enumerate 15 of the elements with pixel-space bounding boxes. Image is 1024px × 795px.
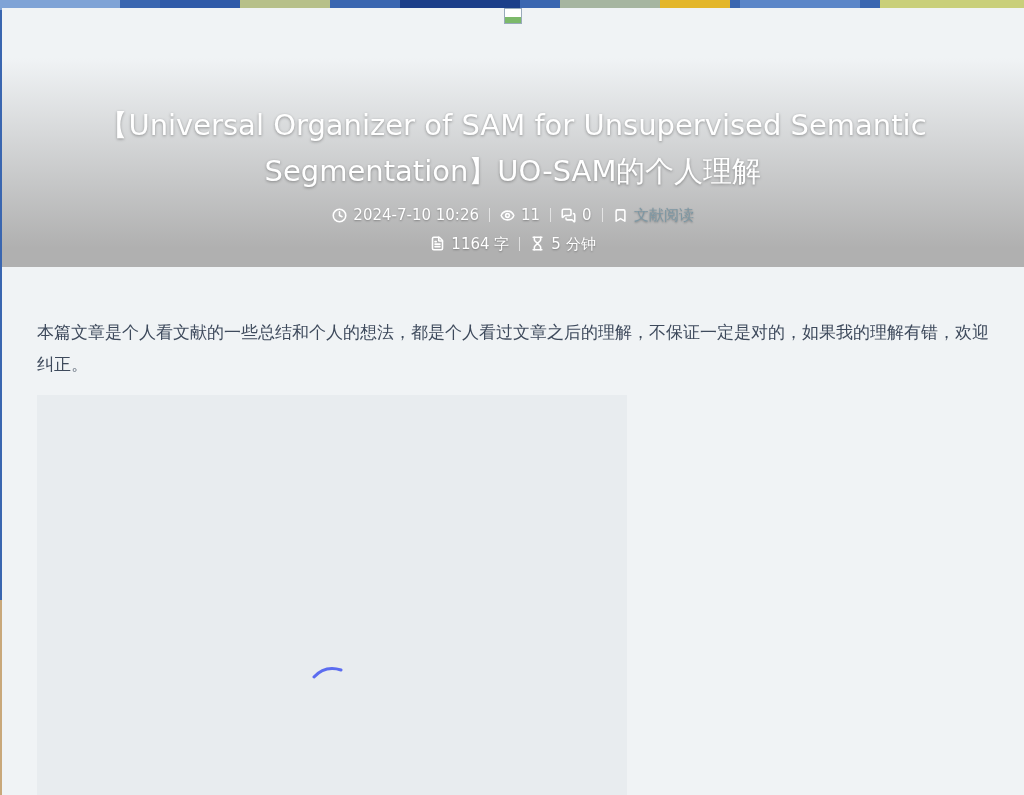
loading-spinner-icon — [311, 665, 345, 679]
reading-time: 5 分钟 — [551, 233, 596, 255]
intro-paragraph: 本篇文章是个人看文献的一些总结和个人的想法，都是个人看过文章之后的理解，不保证一定是对的，如果我的理解有错，欢迎纠正。 — [37, 322, 989, 376]
broken-image-icon — [504, 8, 522, 24]
post-date: 2024-7-10 10:26 — [353, 205, 479, 226]
category-link[interactable]: 文献阅读 — [633, 204, 694, 227]
comment-count: 0 — [582, 205, 592, 226]
eye-icon — [500, 207, 515, 223]
bookmark-icon — [612, 207, 628, 223]
chat-bubbles-icon — [561, 207, 577, 223]
word-count: 1164 字 — [451, 233, 510, 255]
view-count: 11 — [521, 205, 541, 226]
hourglass-icon — [530, 236, 546, 252]
clock-icon — [332, 207, 348, 223]
document-icon — [430, 236, 446, 252]
